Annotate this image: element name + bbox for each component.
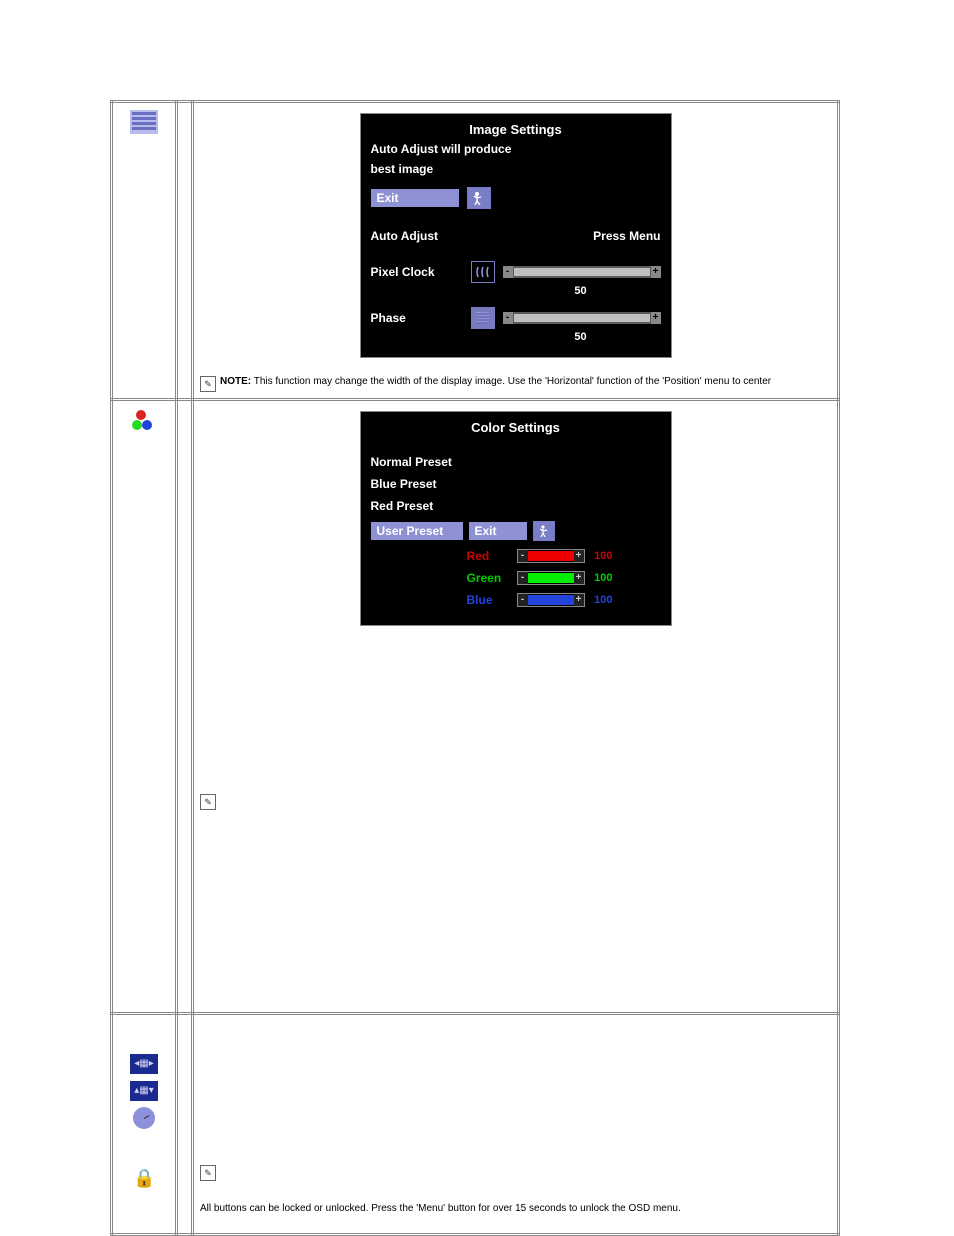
image-settings-icon [130,110,158,134]
exit-button[interactable]: Exit [371,189,459,207]
blue-preset-option[interactable]: Blue Preset [371,477,437,491]
color-settings-panel: Color Settings Normal Preset Blue Preset… [360,411,672,626]
note-prefix: NOTE: [220,376,251,387]
color-settings-title: Color Settings [371,416,661,441]
color-settings-label-cell [177,399,193,1013]
blue-slider[interactable]: -+ [517,593,585,607]
note-icon [200,1165,216,1181]
note-text: This function may change the width of th… [254,376,771,387]
image-settings-title: Image Settings [371,118,661,143]
auto-adjust-message-l1: Auto Adjust will produce [371,143,661,163]
red-preset-option[interactable]: Red Preset [371,499,434,513]
image-settings-note: NOTE: This function may change the width… [200,370,831,394]
osd-row-label-cell [177,1013,193,1234]
color-settings-note [200,788,831,812]
pixel-clock-value: 50 [501,285,661,297]
phase-label: Phase [371,311,471,325]
osd-row-note [200,1159,831,1183]
color-settings-icon [130,408,158,432]
exit-icon [467,187,491,209]
image-settings-label-cell [177,102,193,400]
press-menu-label: Press Menu [593,229,660,243]
green-value: 100 [591,572,613,584]
auto-adjust-label: Auto Adjust [371,229,471,243]
phase-icon [471,307,495,329]
green-slider[interactable]: -+ [517,571,585,585]
osd-v-position-icon: ▴▦▾ [130,1079,158,1103]
blue-label: Blue [467,593,517,607]
auto-adjust-message-l2: best image [371,163,661,183]
osd-lock-text: All buttons can be locked or unlocked. P… [200,1203,831,1214]
osd-hold-time-icon [130,1106,158,1130]
note-icon [200,376,216,392]
phase-value: 50 [501,331,661,343]
color-exit-button[interactable]: Exit [469,522,527,540]
pixel-clock-slider[interactable]: -+ [503,266,661,278]
osd-h-position-icon: ◂▦▸ [130,1052,158,1076]
red-value: 100 [591,550,613,562]
pixel-clock-label: Pixel Clock [371,265,471,279]
phase-slider[interactable]: -+ [503,312,661,324]
note-icon [200,794,216,810]
color-exit-icon [533,521,555,541]
red-slider[interactable]: -+ [517,549,585,563]
osd-lock-icon: 🔒 [130,1166,158,1190]
image-settings-panel: Image Settings Auto Adjust will produce … [360,113,672,358]
user-preset-option[interactable]: User Preset [371,522,463,540]
red-label: Red [467,549,517,563]
blue-value: 100 [591,594,613,606]
green-label: Green [467,571,517,585]
pixel-clock-icon [471,261,495,283]
normal-preset-option[interactable]: Normal Preset [371,455,452,469]
